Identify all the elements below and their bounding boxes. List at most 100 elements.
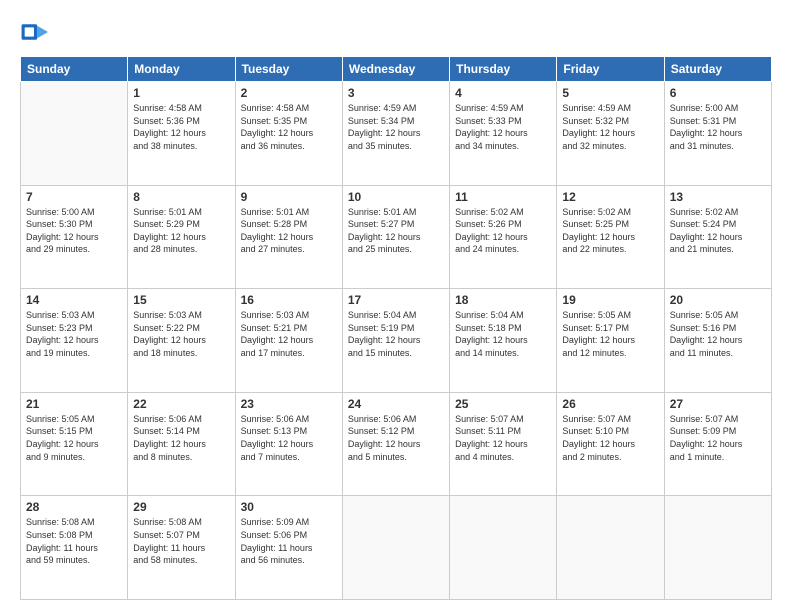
logo <box>20 18 52 46</box>
day-number: 11 <box>455 190 551 204</box>
day-info: Sunrise: 5:06 AM Sunset: 5:12 PM Dayligh… <box>348 413 444 463</box>
calendar-cell: 27 Sunrise: 5:07 AM Sunset: 5:09 PM Dayli… <box>664 392 771 496</box>
calendar-cell: 23Sunrise: 5:06 AM Sunset: 5:13 PM Dayli… <box>235 392 342 496</box>
calendar-table: SundayMondayTuesdayWednesdayThursdayFrid… <box>20 56 772 600</box>
calendar-cell: 24 Sunrise: 5:06 AM Sunset: 5:12 PM Dayli… <box>342 392 449 496</box>
calendar-cell: 17 Sunrise: 5:04 AM Sunset: 5:19 PM Dayli… <box>342 289 449 393</box>
day-info: Sunrise: 5:02 AM Sunset: 5:24 PM Dayligh… <box>670 206 766 256</box>
day-info: Sunrise: 5:01 AM Sunset: 5:29 PM Dayligh… <box>133 206 229 256</box>
calendar-cell <box>557 496 664 600</box>
day-number: 22 <box>133 397 229 411</box>
day-number: 7 <box>26 190 122 204</box>
page-header <box>20 18 772 46</box>
day-number: 30 <box>241 500 337 514</box>
day-info: Sunrise: 5:04 AM Sunset: 5:18 PM Dayligh… <box>455 309 551 359</box>
calendar-cell <box>664 496 771 600</box>
day-info: Sunrise: 4:58 AM Sunset: 5:36 PM Dayligh… <box>133 102 229 152</box>
calendar-cell: 1Sunrise: 4:58 AM Sunset: 5:36 PM Daylig… <box>128 82 235 186</box>
day-number: 9 <box>241 190 337 204</box>
calendar-cell: 5 Sunrise: 4:59 AM Sunset: 5:32 PM Daylig… <box>557 82 664 186</box>
day-info: Sunrise: 4:59 AM Sunset: 5:33 PM Dayligh… <box>455 102 551 152</box>
calendar-cell: 30 Sunrise: 5:09 AM Sunset: 5:06 PM Dayli… <box>235 496 342 600</box>
day-number: 3 <box>348 86 444 100</box>
calendar-cell <box>21 82 128 186</box>
day-number: 21 <box>26 397 122 411</box>
calendar-cell: 20 Sunrise: 5:05 AM Sunset: 5:16 PM Dayli… <box>664 289 771 393</box>
calendar-cell: 3 Sunrise: 4:59 AM Sunset: 5:34 PM Daylig… <box>342 82 449 186</box>
calendar-header-wednesday: Wednesday <box>342 57 449 82</box>
day-info: Sunrise: 4:59 AM Sunset: 5:32 PM Dayligh… <box>562 102 658 152</box>
day-number: 27 <box>670 397 766 411</box>
day-info: Sunrise: 5:05 AM Sunset: 5:17 PM Dayligh… <box>562 309 658 359</box>
day-number: 12 <box>562 190 658 204</box>
calendar-cell: 4 Sunrise: 4:59 AM Sunset: 5:33 PM Daylig… <box>450 82 557 186</box>
calendar-week-4: 21 Sunrise: 5:05 AM Sunset: 5:15 PM Dayli… <box>21 392 772 496</box>
day-number: 24 <box>348 397 444 411</box>
calendar-cell: 11 Sunrise: 5:02 AM Sunset: 5:26 PM Dayli… <box>450 185 557 289</box>
logo-icon <box>20 18 48 46</box>
day-info: Sunrise: 5:02 AM Sunset: 5:25 PM Dayligh… <box>562 206 658 256</box>
calendar-cell: 29Sunrise: 5:08 AM Sunset: 5:07 PM Dayli… <box>128 496 235 600</box>
day-info: Sunrise: 5:02 AM Sunset: 5:26 PM Dayligh… <box>455 206 551 256</box>
day-info: Sunrise: 5:09 AM Sunset: 5:06 PM Dayligh… <box>241 516 337 566</box>
calendar-header-sunday: Sunday <box>21 57 128 82</box>
day-number: 19 <box>562 293 658 307</box>
calendar-cell: 12 Sunrise: 5:02 AM Sunset: 5:25 PM Dayli… <box>557 185 664 289</box>
calendar-cell: 21 Sunrise: 5:05 AM Sunset: 5:15 PM Dayli… <box>21 392 128 496</box>
day-number: 25 <box>455 397 551 411</box>
day-number: 14 <box>26 293 122 307</box>
calendar-header-monday: Monday <box>128 57 235 82</box>
day-number: 23 <box>241 397 337 411</box>
calendar-header-thursday: Thursday <box>450 57 557 82</box>
calendar-week-5: 28 Sunrise: 5:08 AM Sunset: 5:08 PM Dayli… <box>21 496 772 600</box>
day-number: 8 <box>133 190 229 204</box>
calendar-cell: 2Sunrise: 4:58 AM Sunset: 5:35 PM Daylig… <box>235 82 342 186</box>
day-info: Sunrise: 5:03 AM Sunset: 5:23 PM Dayligh… <box>26 309 122 359</box>
day-info: Sunrise: 5:01 AM Sunset: 5:28 PM Dayligh… <box>241 206 337 256</box>
calendar-header-row: SundayMondayTuesdayWednesdayThursdayFrid… <box>21 57 772 82</box>
day-info: Sunrise: 5:07 AM Sunset: 5:11 PM Dayligh… <box>455 413 551 463</box>
calendar-cell: 6Sunrise: 5:00 AM Sunset: 5:31 PM Daylig… <box>664 82 771 186</box>
calendar-week-2: 7 Sunrise: 5:00 AM Sunset: 5:30 PM Daylig… <box>21 185 772 289</box>
day-info: Sunrise: 5:05 AM Sunset: 5:15 PM Dayligh… <box>26 413 122 463</box>
calendar-cell: 13 Sunrise: 5:02 AM Sunset: 5:24 PM Dayli… <box>664 185 771 289</box>
day-number: 10 <box>348 190 444 204</box>
day-info: Sunrise: 5:07 AM Sunset: 5:09 PM Dayligh… <box>670 413 766 463</box>
calendar-week-3: 14 Sunrise: 5:03 AM Sunset: 5:23 PM Dayli… <box>21 289 772 393</box>
calendar-week-1: 1Sunrise: 4:58 AM Sunset: 5:36 PM Daylig… <box>21 82 772 186</box>
day-info: Sunrise: 4:59 AM Sunset: 5:34 PM Dayligh… <box>348 102 444 152</box>
day-info: Sunrise: 5:04 AM Sunset: 5:19 PM Dayligh… <box>348 309 444 359</box>
day-number: 18 <box>455 293 551 307</box>
day-number: 6 <box>670 86 766 100</box>
calendar-cell: 7 Sunrise: 5:00 AM Sunset: 5:30 PM Daylig… <box>21 185 128 289</box>
day-number: 20 <box>670 293 766 307</box>
calendar-cell: 25 Sunrise: 5:07 AM Sunset: 5:11 PM Dayli… <box>450 392 557 496</box>
calendar-cell: 28 Sunrise: 5:08 AM Sunset: 5:08 PM Dayli… <box>21 496 128 600</box>
day-info: Sunrise: 5:06 AM Sunset: 5:14 PM Dayligh… <box>133 413 229 463</box>
day-info: Sunrise: 5:00 AM Sunset: 5:30 PM Dayligh… <box>26 206 122 256</box>
day-number: 5 <box>562 86 658 100</box>
day-number: 15 <box>133 293 229 307</box>
day-number: 2 <box>241 86 337 100</box>
day-number: 4 <box>455 86 551 100</box>
calendar-cell: 22 Sunrise: 5:06 AM Sunset: 5:14 PM Dayli… <box>128 392 235 496</box>
calendar-cell <box>450 496 557 600</box>
calendar-cell: 16 Sunrise: 5:03 AM Sunset: 5:21 PM Dayli… <box>235 289 342 393</box>
day-info: Sunrise: 5:05 AM Sunset: 5:16 PM Dayligh… <box>670 309 766 359</box>
calendar-cell: 19 Sunrise: 5:05 AM Sunset: 5:17 PM Dayli… <box>557 289 664 393</box>
day-number: 28 <box>26 500 122 514</box>
day-number: 16 <box>241 293 337 307</box>
calendar-cell: 9 Sunrise: 5:01 AM Sunset: 5:28 PM Daylig… <box>235 185 342 289</box>
day-info: Sunrise: 5:03 AM Sunset: 5:22 PM Dayligh… <box>133 309 229 359</box>
calendar-cell: 10Sunrise: 5:01 AM Sunset: 5:27 PM Dayli… <box>342 185 449 289</box>
day-info: Sunrise: 5:03 AM Sunset: 5:21 PM Dayligh… <box>241 309 337 359</box>
calendar-cell: 18 Sunrise: 5:04 AM Sunset: 5:18 PM Dayli… <box>450 289 557 393</box>
calendar-header-saturday: Saturday <box>664 57 771 82</box>
day-info: Sunrise: 5:08 AM Sunset: 5:07 PM Dayligh… <box>133 516 229 566</box>
calendar-header-friday: Friday <box>557 57 664 82</box>
calendar-cell: 26Sunrise: 5:07 AM Sunset: 5:10 PM Dayli… <box>557 392 664 496</box>
day-number: 13 <box>670 190 766 204</box>
day-info: Sunrise: 5:08 AM Sunset: 5:08 PM Dayligh… <box>26 516 122 566</box>
day-info: Sunrise: 5:07 AM Sunset: 5:10 PM Dayligh… <box>562 413 658 463</box>
day-number: 17 <box>348 293 444 307</box>
